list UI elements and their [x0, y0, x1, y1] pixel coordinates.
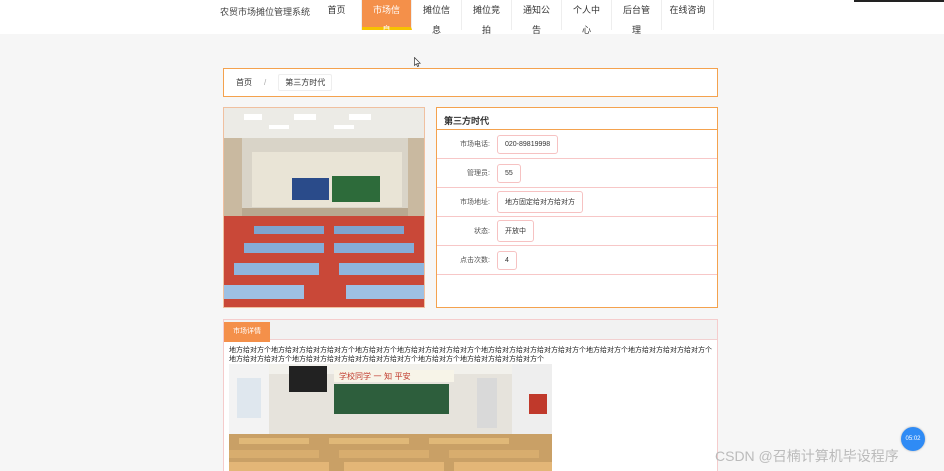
- info-row-manager: 管理员: 55: [437, 159, 717, 188]
- main-nav: 首页 市场信息 摊位信息 摊位竞拍 通知公告 个人中心 后台管理 在线咨询: [312, 0, 714, 35]
- info-row-phone: 市场电话: 020-89819998: [437, 130, 717, 159]
- breadcrumb: 首页 / 第三方时代: [223, 68, 718, 97]
- address-label: 市场地址:: [460, 199, 490, 206]
- nav-market-info[interactable]: 市场信息: [362, 0, 412, 35]
- status-label: 状态:: [474, 228, 490, 235]
- phone-value: 020-89819998: [497, 134, 559, 154]
- info-row-address: 市场地址: 地方固定给对方给对方: [437, 188, 717, 217]
- tab-market-detail[interactable]: 市场详情: [224, 322, 270, 342]
- market-detail-section: 市场详情 地方给对方个地方给对方给对方给对方个地方给对方个地方给对方给对方给对方…: [223, 319, 718, 471]
- manager-label: 管理员:: [467, 170, 490, 177]
- watermark-text: CSDN @召楠计算机毕设程序: [715, 448, 899, 464]
- manager-value: 55: [497, 163, 521, 183]
- phone-label: 市场电话:: [460, 141, 490, 148]
- info-row-clicks: 点击次数: 4: [437, 246, 717, 275]
- nav-admin[interactable]: 后台管理: [612, 0, 662, 35]
- nav-online-consult[interactable]: 在线咨询: [662, 0, 714, 30]
- detail-photo: 学校同学 一 知 平安: [229, 364, 552, 471]
- nav-personal-center[interactable]: 个人中心: [562, 0, 612, 35]
- market-info-panel: 第三方时代 市场电话: 020-89819998 管理员: 55 市场地址: 地…: [436, 107, 718, 308]
- market-photo: [223, 107, 425, 308]
- detail-description: 地方给对方个地方给对方给对方给对方个地方给对方个地方给对方给对方给对方个地方给对…: [229, 347, 712, 363]
- clicks-label: 点击次数:: [460, 257, 490, 264]
- breadcrumb-home[interactable]: 首页: [236, 77, 252, 88]
- nav-home[interactable]: 首页: [312, 0, 362, 30]
- detail-banner-text: 学校同学 一 知 平安: [339, 371, 411, 381]
- nav-notices[interactable]: 通知公告: [512, 0, 562, 35]
- detail-tab-bar: 市场详情: [224, 320, 717, 342]
- breadcrumb-separator: /: [264, 78, 267, 87]
- mouse-cursor-icon: [414, 57, 421, 67]
- classroom-image: [224, 108, 424, 307]
- timer-badge[interactable]: 05:02: [901, 427, 925, 451]
- nav-stall-auction[interactable]: 摊位竞拍: [462, 0, 512, 35]
- top-edge-mark: [854, 0, 944, 2]
- market-name: 第三方时代: [437, 108, 717, 130]
- address-value: 地方固定给对方给对方: [497, 191, 583, 213]
- breadcrumb-current: 第三方时代: [278, 74, 333, 91]
- top-navigation-bar: 农贸市场摊位管理系统 首页 市场信息 摊位信息 摊位竞拍 通知公告 个人中心 后…: [0, 0, 944, 35]
- clicks-value: 4: [497, 250, 517, 270]
- site-title: 农贸市场摊位管理系统: [220, 7, 311, 17]
- status-value: 开放中: [497, 220, 534, 242]
- classroom-detail-image: 学校同学 一 知 平安: [229, 364, 552, 471]
- nav-stall-info[interactable]: 摊位信息: [412, 0, 462, 35]
- info-row-status: 状态: 开放中: [437, 217, 717, 246]
